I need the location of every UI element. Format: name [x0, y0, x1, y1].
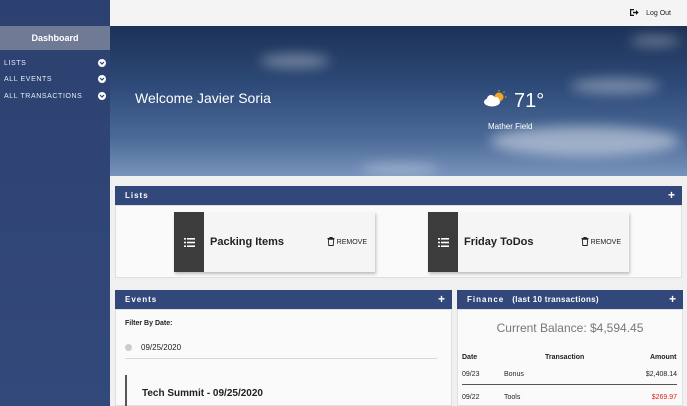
- remove-label: REMOVE: [590, 238, 621, 246]
- sidebar-item-lists[interactable]: LISTS: [4, 57, 108, 69]
- sidebar-item-all-events[interactable]: ALL EVENTS: [4, 73, 108, 85]
- remove-list-button[interactable]: REMOVE: [581, 236, 621, 248]
- chevron-down-icon: [98, 59, 106, 67]
- transaction-date: 09/23: [462, 371, 480, 378]
- list-title: Friday ToDos: [464, 236, 534, 248]
- trash-icon: [581, 236, 589, 248]
- add-list-button[interactable]: +: [668, 188, 676, 202]
- sky-cloud: [260, 54, 330, 68]
- panel-title: Events: [125, 295, 158, 304]
- add-event-button[interactable]: +: [438, 292, 446, 306]
- partly-cloudy-icon: [482, 90, 508, 113]
- transaction-amount: $269.97: [651, 394, 677, 401]
- panel-title: Lists: [125, 191, 149, 200]
- hero-banner: Welcome Javier Soria 71° Mather Field: [110, 26, 687, 176]
- sky-cloud: [360, 164, 440, 174]
- transaction-amount: $2,408.14: [645, 371, 677, 378]
- transaction-date: 09/22: [462, 394, 480, 401]
- list-title: Packing Items: [210, 236, 284, 248]
- chevron-down-icon: [98, 75, 106, 83]
- sky-cloud: [630, 36, 680, 46]
- weather-widget: 71°: [482, 90, 544, 113]
- column-header-amount: Amount: [650, 354, 677, 361]
- top-bar: Log Out: [110, 0, 687, 26]
- welcome-message: Welcome Javier Soria: [135, 90, 271, 106]
- date-filter-option[interactable]: 09/25/2020: [125, 343, 181, 352]
- remove-label: REMOVE: [336, 238, 367, 246]
- radio-button[interactable]: [125, 344, 132, 351]
- panel-title: Finance: [467, 295, 505, 304]
- row-divider: [462, 384, 677, 385]
- add-transaction-button[interactable]: +: [669, 292, 677, 306]
- event-accent-bar: [125, 375, 127, 406]
- sidebar-item-label: ALL EVENTS: [4, 75, 53, 83]
- list-icon: [174, 212, 204, 272]
- column-header-date: Date: [462, 354, 478, 361]
- sidebar-item-label: ALL TRANSACTIONS: [4, 92, 83, 100]
- logout-button[interactable]: Log Out: [629, 8, 671, 19]
- list-card[interactable]: Friday ToDos REMOVE: [428, 212, 629, 272]
- divider: [125, 358, 437, 359]
- list-card[interactable]: Packing Items REMOVE: [174, 212, 375, 272]
- dashboard-title[interactable]: Dashboard: [0, 26, 110, 50]
- transaction-name: Bonus: [504, 371, 524, 378]
- remove-list-button[interactable]: REMOVE: [327, 236, 367, 248]
- weather-location: Mather Field: [488, 122, 533, 131]
- trash-icon: [327, 236, 335, 248]
- events-panel-header: Events +: [115, 290, 452, 309]
- temperature: 71°: [514, 90, 545, 112]
- logout-label: Log Out: [646, 10, 671, 17]
- filter-date: 09/25/2020: [141, 343, 182, 352]
- filter-label: Filter By Date:: [125, 320, 173, 327]
- sidebar-item-all-transactions[interactable]: ALL TRANSACTIONS: [4, 90, 108, 102]
- finance-panel-header: Finance (last 10 transactions) +: [457, 290, 683, 309]
- event-title[interactable]: Tech Summit - 09/25/2020: [142, 388, 263, 399]
- column-header-transaction: Transaction: [545, 354, 585, 361]
- logout-icon: [629, 8, 639, 19]
- sidebar-item-label: LISTS: [4, 59, 27, 67]
- lists-panel-header: Lists +: [115, 186, 682, 205]
- list-icon: [428, 212, 458, 272]
- current-balance: Current Balance: $4,594.45: [496, 321, 644, 335]
- transaction-name: Tools: [504, 394, 521, 401]
- sky-cloud: [570, 78, 660, 94]
- panel-subtitle: (last 10 transactions): [512, 295, 599, 304]
- chevron-down-icon: [98, 92, 106, 100]
- sidebar: Dashboard LISTS ALL EVENTS ALL TRANSACTI…: [0, 0, 110, 406]
